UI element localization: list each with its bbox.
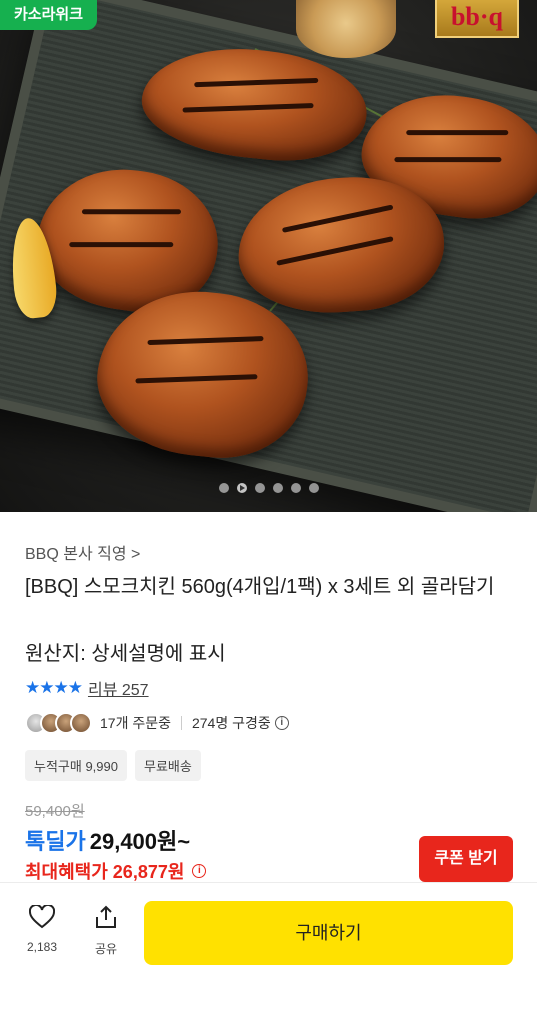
max-benefit-price: 최대혜택가 26,877원	[25, 862, 185, 882]
buy-button[interactable]: 구매하기	[144, 901, 513, 965]
garlic-image	[296, 0, 396, 58]
seller-link[interactable]: BBQ 본사 직영 >	[25, 540, 140, 564]
carousel-dot[interactable]	[218, 483, 229, 493]
carousel-dot[interactable]	[308, 483, 319, 493]
carousel-indicator[interactable]	[0, 483, 537, 493]
avatar	[70, 712, 92, 734]
tag-free-shipping: 무료배송	[134, 750, 201, 781]
rating-row[interactable]: ★★★★ 리뷰 257	[25, 676, 149, 700]
origin-text: 원산지: 상세설명에 표시	[25, 643, 226, 665]
share-label: 공유	[94, 942, 118, 956]
store-badge: 카소라위크	[0, 0, 98, 30]
review-link[interactable]: 리뷰 257	[88, 676, 149, 700]
watchers-count: 274명 구경중	[191, 715, 271, 731]
like-button[interactable]: 2,183	[22, 903, 62, 954]
social-proof: 17개 주문중 274명 구경중 i	[25, 712, 289, 734]
original-price: 59,400원	[25, 803, 85, 820]
deal-price: 29,400원~	[89, 829, 191, 854]
share-icon	[96, 905, 116, 928]
divider	[180, 716, 182, 730]
deal-price-row: 톡딜가 29,400원~	[25, 824, 190, 856]
coupon-button[interactable]: 쿠폰 받기	[419, 836, 513, 882]
brand-logo: bb·q	[435, 0, 519, 38]
like-count: 2,183	[26, 940, 58, 954]
info-icon[interactable]: i	[192, 864, 207, 878]
play-icon[interactable]	[236, 483, 247, 493]
info-icon[interactable]: i	[274, 716, 289, 730]
deal-label: 톡딜가	[25, 829, 86, 854]
tag-purchases: 누적구매 9,990	[25, 750, 127, 781]
star-rating-icon: ★★★★	[25, 678, 83, 697]
bottom-action-bar: 2,183 공유 구매하기	[0, 882, 537, 1024]
product-title: [BBQ] 스모크치킨 560g(4개입/1팩) x 3세트 외 골라담기	[25, 576, 495, 598]
orders-count: 17개 주문중	[100, 715, 171, 731]
product-image[interactable]: 카소라위크 bb·q	[0, 0, 537, 512]
tag-list: 누적구매 9,990 무료배송	[25, 750, 201, 781]
carousel-dot[interactable]	[272, 483, 283, 493]
share-button[interactable]: 공유	[86, 905, 126, 957]
carousel-dot[interactable]	[254, 483, 265, 493]
buyer-avatars	[25, 712, 92, 734]
max-benefit-row[interactable]: 최대혜택가 26,877원 i	[25, 858, 207, 884]
carousel-dot[interactable]	[290, 483, 301, 493]
heart-icon	[28, 903, 56, 929]
